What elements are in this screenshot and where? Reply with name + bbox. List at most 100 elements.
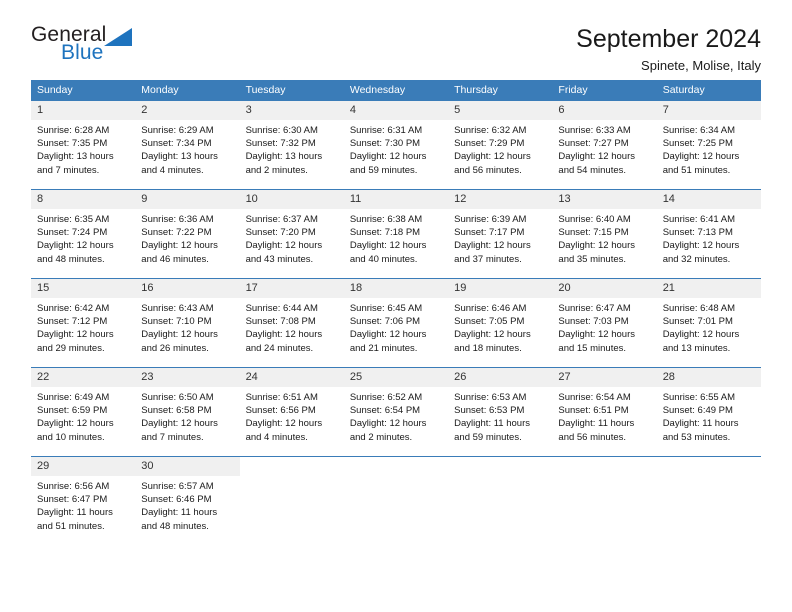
sunrise-text: Sunrise: 6:28 AM xyxy=(37,125,110,136)
day-cell[interactable]: 14 Sunrise: 6:41 AM Sunset: 7:13 PM Dayl… xyxy=(656,189,761,279)
daylight-text-line1: Daylight: 12 hours xyxy=(454,240,531,252)
daylight-text-line1: Daylight: 12 hours xyxy=(349,418,427,430)
daylight-text-line1: Daylight: 12 hours xyxy=(662,329,740,341)
day-cell[interactable]: 29 Sunrise: 6:56 AM Sunset: 6:47 PM Dayl… xyxy=(31,456,136,545)
daylight-text-line1: Daylight: 12 hours xyxy=(141,329,218,341)
daylight-text-line2: and 48 minutes. xyxy=(141,520,209,532)
calendar-page: General Blue September 2024 Spinete, Mol… xyxy=(0,0,792,612)
calendar-week-row: 1 Sunrise: 6:28 AM Sunset: 7:35 PM Dayli… xyxy=(31,101,761,190)
daylight-text-line1: Daylight: 12 hours xyxy=(349,329,427,341)
weekday-header-friday: Friday xyxy=(552,80,657,101)
daylight-text-line1: Daylight: 13 hours xyxy=(37,151,114,163)
day-cell[interactable]: 25 Sunrise: 6:52 AM Sunset: 6:54 PM Dayl… xyxy=(343,367,449,457)
day-number: 6 xyxy=(552,101,657,120)
day-cell[interactable]: 18 Sunrise: 6:45 AM Sunset: 7:06 PM Dayl… xyxy=(343,278,449,368)
day-number: 17 xyxy=(239,279,344,298)
day-cell[interactable]: 6 Sunrise: 6:33 AM Sunset: 7:27 PM Dayli… xyxy=(552,101,657,190)
calendar-week-row: 22 Sunrise: 6:49 AM Sunset: 6:59 PM Dayl… xyxy=(31,367,761,457)
sunrise-text: Sunrise: 6:54 AM xyxy=(558,392,631,403)
day-cell[interactable]: 20 Sunrise: 6:47 AM Sunset: 7:03 PM Dayl… xyxy=(552,278,657,368)
sunrise-text: Sunrise: 6:32 AM xyxy=(454,125,527,136)
day-cell[interactable]: 8 Sunrise: 6:35 AM Sunset: 7:24 PM Dayli… xyxy=(31,189,136,279)
daylight-text-line1: Daylight: 13 hours xyxy=(245,151,323,163)
sunset-text: Sunset: 7:25 PM xyxy=(662,138,733,150)
day-cell[interactable]: 1 Sunrise: 6:28 AM Sunset: 7:35 PM Dayli… xyxy=(31,101,136,190)
day-number: 29 xyxy=(31,457,136,476)
day-cell[interactable]: 17 Sunrise: 6:44 AM Sunset: 7:08 PM Dayl… xyxy=(239,278,344,368)
daylight-text-line2: and 54 minutes. xyxy=(558,164,627,176)
daylight-text-line2: and 53 minutes. xyxy=(662,431,731,443)
day-cell[interactable]: 2 Sunrise: 6:29 AM Sunset: 7:34 PM Dayli… xyxy=(135,101,240,190)
daylight-text-line2: and 56 minutes. xyxy=(558,431,627,443)
sunset-text: Sunset: 7:35 PM xyxy=(37,138,108,150)
daylight-text-line1: Daylight: 12 hours xyxy=(662,151,740,163)
daylight-text-line1: Daylight: 12 hours xyxy=(349,240,427,252)
daylight-text-line1: Daylight: 12 hours xyxy=(245,329,323,341)
day-number: 9 xyxy=(135,190,240,209)
sunset-text: Sunset: 7:34 PM xyxy=(141,138,212,150)
daylight-text-line1: Daylight: 12 hours xyxy=(37,240,114,252)
day-cell[interactable]: 24 Sunrise: 6:51 AM Sunset: 6:56 PM Dayl… xyxy=(239,367,344,457)
day-number: 10 xyxy=(239,190,344,209)
day-details: Sunrise: 6:40 AM Sunset: 7:15 PM Dayligh… xyxy=(552,209,656,266)
day-cell[interactable]: 22 Sunrise: 6:49 AM Sunset: 6:59 PM Dayl… xyxy=(31,367,136,457)
day-cell[interactable]: 13 Sunrise: 6:40 AM Sunset: 7:15 PM Dayl… xyxy=(552,189,657,279)
sunrise-text: Sunrise: 6:33 AM xyxy=(558,125,631,136)
day-cell[interactable]: 5 Sunrise: 6:32 AM Sunset: 7:29 PM Dayli… xyxy=(448,101,553,190)
day-number: 5 xyxy=(448,101,553,120)
daylight-text-line2: and 24 minutes. xyxy=(245,342,314,354)
daylight-text-line2: and 2 minutes. xyxy=(349,431,413,443)
day-cell[interactable]: 19 Sunrise: 6:46 AM Sunset: 7:05 PM Dayl… xyxy=(448,278,553,368)
day-cell[interactable]: 16 Sunrise: 6:43 AM Sunset: 7:10 PM Dayl… xyxy=(135,278,240,368)
day-details: Sunrise: 6:28 AM Sunset: 7:35 PM Dayligh… xyxy=(31,120,135,177)
sunrise-text: Sunrise: 6:42 AM xyxy=(37,303,110,314)
day-number: 24 xyxy=(239,368,344,387)
daylight-text-line2: and 59 minutes. xyxy=(349,164,418,176)
sunrise-text: Sunrise: 6:57 AM xyxy=(141,481,214,492)
day-cell[interactable]: 26 Sunrise: 6:53 AM Sunset: 6:53 PM Dayl… xyxy=(448,367,553,457)
day-cell[interactable]: 7 Sunrise: 6:34 AM Sunset: 7:25 PM Dayli… xyxy=(656,101,761,190)
calendar-week-row: 29 Sunrise: 6:56 AM Sunset: 6:47 PM Dayl… xyxy=(31,456,761,545)
sunset-text: Sunset: 7:24 PM xyxy=(37,227,108,239)
day-cell[interactable]: 21 Sunrise: 6:48 AM Sunset: 7:01 PM Dayl… xyxy=(656,278,761,368)
sunset-text: Sunset: 6:53 PM xyxy=(454,405,525,417)
daylight-text-line2: and 56 minutes. xyxy=(454,164,522,176)
sunset-text: Sunset: 7:06 PM xyxy=(349,316,421,328)
sunrise-text: Sunrise: 6:47 AM xyxy=(558,303,631,314)
sunset-text: Sunset: 7:03 PM xyxy=(558,316,629,328)
sunset-text: Sunset: 7:05 PM xyxy=(454,316,525,328)
sunrise-text: Sunrise: 6:55 AM xyxy=(662,392,736,403)
day-cell[interactable]: 12 Sunrise: 6:39 AM Sunset: 7:17 PM Dayl… xyxy=(448,189,553,279)
day-details: Sunrise: 6:54 AM Sunset: 6:51 PM Dayligh… xyxy=(552,387,656,444)
daylight-text-line2: and 2 minutes. xyxy=(245,164,308,176)
sunset-text: Sunset: 6:46 PM xyxy=(141,494,212,506)
day-details: Sunrise: 6:52 AM Sunset: 6:54 PM Dayligh… xyxy=(344,387,448,444)
day-cell[interactable]: 23 Sunrise: 6:50 AM Sunset: 6:58 PM Dayl… xyxy=(135,367,240,457)
daylight-text-line1: Daylight: 11 hours xyxy=(558,418,635,430)
daylight-text-line2: and 37 minutes. xyxy=(454,253,522,265)
day-cell[interactable]: 3 Sunrise: 6:30 AM Sunset: 7:32 PM Dayli… xyxy=(239,101,344,190)
day-number xyxy=(239,457,344,476)
triangle-icon xyxy=(104,28,132,46)
calendar-week-row: 15 Sunrise: 6:42 AM Sunset: 7:12 PM Dayl… xyxy=(31,278,761,368)
day-cell[interactable]: 15 Sunrise: 6:42 AM Sunset: 7:12 PM Dayl… xyxy=(31,278,136,368)
day-number: 2 xyxy=(135,101,240,120)
day-cell[interactable]: 4 Sunrise: 6:31 AM Sunset: 7:30 PM Dayli… xyxy=(343,101,449,190)
day-cell[interactable]: 9 Sunrise: 6:36 AM Sunset: 7:22 PM Dayli… xyxy=(135,189,240,279)
sunset-text: Sunset: 6:49 PM xyxy=(662,405,733,417)
day-details: Sunrise: 6:31 AM Sunset: 7:30 PM Dayligh… xyxy=(344,120,448,177)
sunset-text: Sunset: 6:59 PM xyxy=(37,405,108,417)
day-cell[interactable]: 30 Sunrise: 6:57 AM Sunset: 6:46 PM Dayl… xyxy=(135,456,240,545)
weekday-header-monday: Monday xyxy=(135,80,240,101)
day-cell[interactable]: 10 Sunrise: 6:37 AM Sunset: 7:20 PM Dayl… xyxy=(239,189,344,279)
day-cell[interactable]: 27 Sunrise: 6:54 AM Sunset: 6:51 PM Dayl… xyxy=(552,367,657,457)
sunrise-text: Sunrise: 6:34 AM xyxy=(662,125,736,136)
day-cell-empty xyxy=(552,456,657,545)
day-details: Sunrise: 6:33 AM Sunset: 7:27 PM Dayligh… xyxy=(552,120,656,177)
daylight-text-line2: and 10 minutes. xyxy=(37,431,105,443)
day-cell[interactable]: 11 Sunrise: 6:38 AM Sunset: 7:18 PM Dayl… xyxy=(343,189,449,279)
daylight-text-line1: Daylight: 13 hours xyxy=(141,151,218,163)
day-details: Sunrise: 6:35 AM Sunset: 7:24 PM Dayligh… xyxy=(31,209,135,266)
day-cell[interactable]: 28 Sunrise: 6:55 AM Sunset: 6:49 PM Dayl… xyxy=(656,367,761,457)
day-number xyxy=(656,457,761,476)
